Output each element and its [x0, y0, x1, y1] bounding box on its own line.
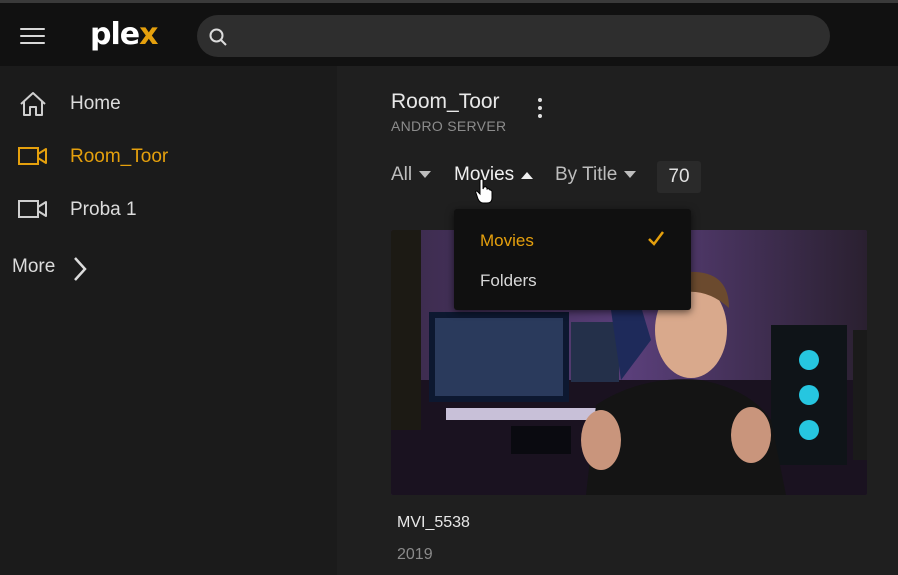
sort-dropdown[interactable]: By Title	[555, 164, 637, 186]
checkmark-icon	[648, 231, 664, 246]
more-label: More	[12, 256, 56, 277]
library-content: Room_Toor ANDRO SERVER All Movies By Tit…	[337, 66, 898, 575]
caret-down-icon	[624, 170, 637, 178]
more-options-icon[interactable]	[534, 98, 546, 120]
sidebar-item-home[interactable]: Home	[0, 79, 337, 127]
search-input[interactable]	[197, 15, 830, 57]
hamburger-menu-icon[interactable]	[20, 28, 45, 46]
filter-all-dropdown[interactable]: All	[391, 164, 432, 186]
sidebar-item-label: Room_Toor	[70, 146, 169, 167]
sort-label: By Title	[555, 164, 618, 185]
sidebar-item-room-toor[interactable]: Room_Toor	[0, 132, 337, 180]
chevron-right-icon	[74, 257, 87, 281]
item-count-badge: 70	[657, 161, 701, 193]
movie-title[interactable]: MVI_5538	[397, 514, 470, 532]
caret-down-icon	[419, 170, 432, 178]
home-icon	[20, 92, 46, 116]
caret-up-icon	[521, 171, 534, 179]
dropdown-option-movies[interactable]: Movies	[454, 220, 691, 260]
video-camera-icon	[18, 147, 47, 165]
sidebar-item-proba-1[interactable]: Proba 1	[0, 185, 337, 233]
server-name: ANDRO SERVER	[391, 118, 507, 134]
sidebar: Home Room_Toor Proba 1 More	[0, 66, 337, 575]
movie-year: 2019	[397, 546, 433, 563]
option-label: Folders	[480, 271, 537, 290]
hand-cursor-icon	[475, 178, 493, 204]
plex-logo[interactable]: plex	[90, 17, 158, 52]
sidebar-item-label: Home	[70, 93, 121, 114]
filter-type-dropdown[interactable]: Movies	[454, 164, 534, 186]
more-button[interactable]: More	[12, 256, 87, 281]
search-icon	[209, 28, 227, 46]
video-camera-icon	[18, 200, 47, 218]
top-bar: plex	[0, 0, 898, 66]
sidebar-item-label: Proba 1	[70, 199, 137, 220]
library-title: Room_Toor	[391, 90, 500, 113]
option-label: Movies	[480, 231, 534, 250]
type-dropdown-menu: Movies Folders	[454, 209, 691, 310]
filter-all-label: All	[391, 164, 413, 185]
dropdown-option-folders[interactable]: Folders	[454, 260, 691, 300]
